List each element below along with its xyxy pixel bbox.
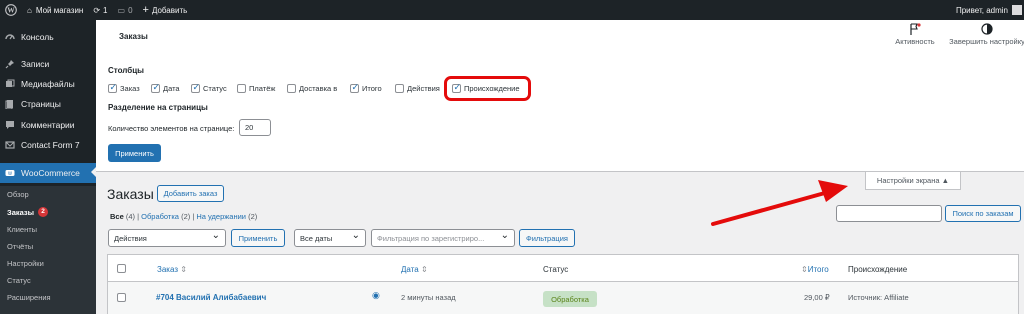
add-order-button[interactable]: Добавить заказ: [157, 185, 224, 202]
order-date: 2 минуты назад: [401, 293, 456, 302]
order-link[interactable]: #704 Василий Алибабаевич: [156, 293, 266, 302]
search-orders-label: Поиск по заказам: [952, 209, 1014, 218]
column-header-status: Статус: [543, 265, 569, 274]
orders-heading: Заказы: [107, 186, 154, 202]
column-header-total[interactable]: ⇕Итого: [801, 265, 829, 274]
dates-select[interactable]: Все даты: [294, 229, 366, 247]
sort-icon: ⇕: [420, 265, 428, 274]
filter-all[interactable]: Все: [110, 212, 124, 221]
table-row[interactable]: #704 Василий Алибабаевич ◉ 2 минуты наза…: [107, 282, 1019, 314]
filter-button[interactable]: Фильтрация: [519, 229, 575, 247]
column-header-order-label: Заказ: [157, 265, 178, 274]
filter-processing-count: (2): [181, 212, 191, 221]
filter-label: Фильтрация: [526, 233, 568, 243]
column-header-date-label: Дата: [401, 265, 419, 274]
customer-filter-select[interactable]: Фильтрация по зарегистриро...: [371, 229, 515, 247]
order-total: 29,00 ₽: [804, 293, 830, 302]
status-badge-label: Обработка: [551, 294, 589, 304]
dates-value: Все даты: [300, 233, 333, 243]
preview-eye-icon[interactable]: ◉: [372, 290, 380, 301]
filter-all-count: (4): [125, 212, 136, 221]
row-checkbox[interactable]: [117, 293, 126, 302]
column-header-origin: Происхождение: [848, 265, 908, 274]
sort-icon: ⇕: [180, 265, 187, 274]
column-header-date[interactable]: Дата ⇕: [401, 265, 428, 274]
bulk-actions-value: Действия: [114, 233, 147, 243]
filter-on-hold[interactable]: На удержании: [196, 212, 246, 221]
orders-table-header: Заказ ⇕ Дата ⇕ Статус ⇕Итого Происхожден…: [107, 254, 1019, 282]
customer-filter-placeholder: Фильтрация по зарегистриро...: [377, 233, 485, 243]
bulk-apply-button[interactable]: Применить: [231, 229, 285, 247]
column-header-total-label: Итого: [807, 265, 829, 274]
sort-icon: ⇕: [801, 265, 808, 274]
filter-processing[interactable]: Обработка: [141, 212, 179, 221]
filter-all-label: Все: [110, 212, 124, 221]
column-header-order[interactable]: Заказ ⇕: [157, 265, 187, 274]
order-search-input[interactable]: [836, 205, 942, 222]
status-filters: Все (4) | Обработка (2) | На удержании (…: [110, 212, 258, 221]
add-order-label: Добавить заказ: [163, 189, 218, 198]
status-badge: Обработка: [543, 291, 597, 307]
select-all-checkbox[interactable]: [117, 264, 126, 273]
filter-on-hold-count: (2): [248, 212, 258, 221]
search-orders-button[interactable]: Поиск по заказам: [945, 205, 1021, 222]
bulk-actions-select[interactable]: Действия: [108, 229, 226, 247]
order-origin: Источник: Affiliate: [848, 293, 909, 302]
bulk-apply-label: Применить: [238, 233, 278, 243]
